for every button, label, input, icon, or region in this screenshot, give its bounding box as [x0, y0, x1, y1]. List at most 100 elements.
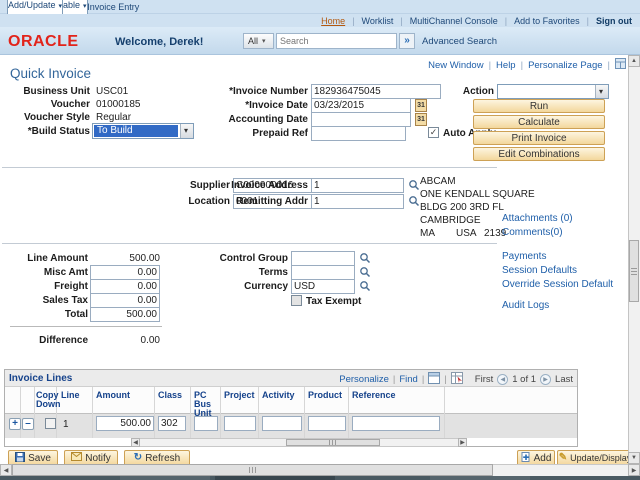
- download-grid-icon[interactable]: [451, 372, 463, 387]
- delete-row-button[interactable]: –: [22, 418, 34, 430]
- advanced-search-link[interactable]: Advanced Search: [422, 36, 497, 47]
- page-vscrollbar-thumb[interactable]: [629, 240, 639, 302]
- copy-down-checkbox[interactable]: [45, 418, 56, 429]
- row-product-field[interactable]: [308, 416, 346, 431]
- invoice-date-label: *Invoice Date: [245, 100, 308, 111]
- control-group-lookup-icon[interactable]: [359, 252, 371, 264]
- last-link[interactable]: Last: [555, 374, 573, 385]
- breadcrumb-item-add-update[interactable]: Add/Update: [7, 0, 63, 15]
- column-header-pc-bus-unit: PC Bus Unit: [194, 391, 222, 418]
- separator: |: [422, 374, 424, 385]
- build-status-dropdown[interactable]: To Build: [92, 123, 194, 139]
- currency-field[interactable]: [291, 279, 355, 294]
- separator: |: [400, 16, 402, 26]
- personalize-layout-icon[interactable]: [615, 58, 626, 72]
- edit-combinations-button[interactable]: Edit Combinations: [473, 147, 605, 161]
- chevron-down-icon[interactable]: [180, 124, 193, 138]
- section-divider: [2, 243, 497, 244]
- grid-column-divider: [190, 387, 191, 438]
- attachments-link[interactable]: Attachments (0): [502, 213, 573, 224]
- voucher-label: Voucher: [51, 99, 90, 110]
- grid-scroll-right-arrow[interactable]: ▶: [458, 438, 467, 447]
- calendar-icon[interactable]: 31: [415, 99, 427, 112]
- separator: |: [489, 60, 491, 71]
- remitting-addr-lookup-icon[interactable]: [408, 195, 420, 207]
- grid-scrollbar-thumb[interactable]: [286, 439, 380, 446]
- column-header-activity: Activity: [262, 391, 295, 400]
- calculate-button[interactable]: Calculate: [473, 115, 605, 129]
- find-link[interactable]: Find: [399, 374, 417, 385]
- page-hscrollbar-thumb[interactable]: [12, 464, 493, 476]
- calendar-icon[interactable]: 31: [415, 113, 427, 126]
- help-link[interactable]: Help: [496, 60, 516, 71]
- row-reference-field[interactable]: [352, 416, 440, 431]
- payments-link[interactable]: Payments: [502, 251, 546, 262]
- audit-logs-link[interactable]: Audit Logs: [502, 300, 549, 311]
- multichannel-console-link[interactable]: MultiChannel Console: [410, 16, 498, 26]
- first-link[interactable]: First: [475, 374, 493, 385]
- comments-link[interactable]: Comments(0): [502, 227, 563, 238]
- row-class-field[interactable]: [158, 416, 186, 431]
- invoice-address-lookup-icon[interactable]: [408, 179, 420, 191]
- page-scroll-up-arrow[interactable]: ▲: [628, 55, 640, 67]
- tax-exempt-checkbox[interactable]: [291, 295, 302, 306]
- terms-field[interactable]: [291, 265, 355, 280]
- add-to-favorites-link[interactable]: Add to Favorites: [514, 16, 580, 26]
- previous-row-icon[interactable]: ◀: [497, 374, 508, 385]
- search-scope-dropdown[interactable]: All: [243, 33, 274, 49]
- print-invoice-button[interactable]: Print Invoice: [473, 131, 605, 145]
- run-button[interactable]: Run: [473, 99, 605, 113]
- misc-amt-field[interactable]: [90, 265, 160, 280]
- row-amount-field[interactable]: [96, 416, 154, 431]
- row-pc-bus-unit-field[interactable]: [194, 416, 218, 431]
- view-all-icon[interactable]: [428, 372, 440, 387]
- remitting-addr-label: Remitting Addr: [236, 196, 308, 207]
- auto-apply-checkbox[interactable]: ✓: [428, 127, 439, 138]
- row-project-field[interactable]: [224, 416, 256, 431]
- page-toolbar: New Window | Help | Personalize Page |: [428, 58, 626, 72]
- save-icon: [15, 452, 25, 465]
- control-group-field[interactable]: [291, 251, 355, 266]
- separator: |: [393, 374, 395, 385]
- page-scroll-right-arrow[interactable]: ▶: [628, 464, 640, 476]
- home-link[interactable]: Home: [321, 16, 345, 26]
- add-row-button[interactable]: +: [9, 418, 21, 430]
- business-unit-value: USC01: [96, 86, 128, 97]
- personalize-link[interactable]: Personalize: [339, 374, 389, 385]
- next-row-icon[interactable]: ▶: [540, 374, 551, 385]
- oracle-logo: ORACLE: [8, 33, 79, 51]
- page-scroll-down-arrow[interactable]: ▼: [628, 452, 640, 464]
- supplier-city: CAMBRIDGE: [420, 215, 481, 226]
- search-go-button[interactable]: »: [399, 33, 415, 49]
- invoice-address-field[interactable]: [311, 178, 404, 193]
- terms-lookup-icon[interactable]: [359, 266, 371, 278]
- personalize-page-link[interactable]: Personalize Page: [528, 60, 602, 71]
- new-window-link[interactable]: New Window: [428, 60, 483, 71]
- worklist-link[interactable]: Worklist: [362, 16, 394, 26]
- grid-title: Invoice Lines: [9, 373, 72, 384]
- session-defaults-link[interactable]: Session Defaults: [502, 265, 577, 276]
- chevron-down-icon[interactable]: [595, 85, 608, 98]
- currency-lookup-icon[interactable]: [359, 280, 371, 292]
- prepaid-ref-field[interactable]: [311, 126, 406, 141]
- voucher-value: 01000185: [96, 99, 141, 110]
- terms-label: Terms: [259, 267, 288, 278]
- remitting-addr-field[interactable]: [311, 194, 404, 209]
- override-session-default-link[interactable]: Override Session Default: [502, 279, 613, 290]
- sales-tax-field[interactable]: [90, 293, 160, 308]
- supplier-country: USA: [456, 228, 477, 239]
- separator: |: [444, 374, 446, 385]
- action-dropdown[interactable]: [497, 84, 609, 99]
- welcome-text: Welcome, Derek!: [115, 36, 203, 48]
- accounting-date-field[interactable]: [311, 112, 411, 127]
- freight-field[interactable]: [90, 279, 160, 294]
- sign-out-link[interactable]: Sign out: [596, 16, 632, 26]
- invoice-number-field[interactable]: [311, 84, 441, 99]
- row-activity-field[interactable]: [262, 416, 302, 431]
- grid-scroll-left-arrow[interactable]: ◀: [131, 438, 140, 447]
- separator: |: [587, 16, 589, 26]
- page-scroll-left-arrow[interactable]: ◀: [0, 464, 12, 476]
- total-field[interactable]: [90, 307, 160, 322]
- invoice-date-field[interactable]: [311, 98, 411, 113]
- search-input[interactable]: [276, 33, 397, 49]
